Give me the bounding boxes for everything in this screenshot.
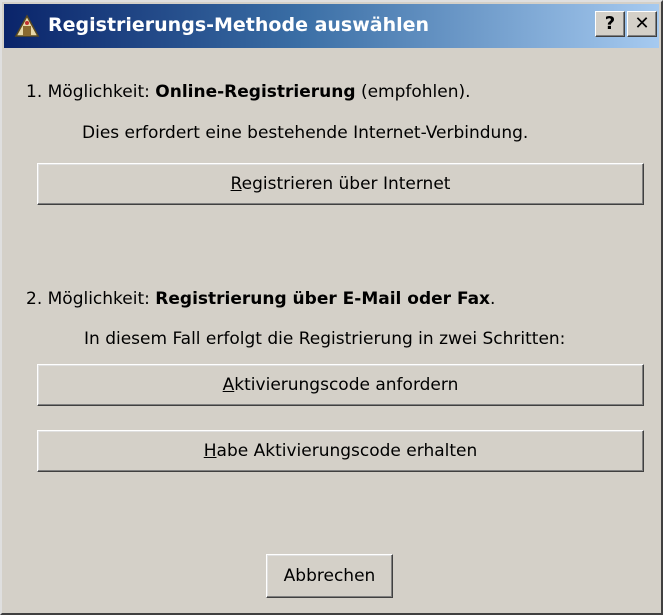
window-title: Registrierungs-Methode auswählen [48,14,430,36]
request-code-mnemonic: A [222,375,235,395]
option2-bold: Registrierung über E-Mail oder Fax [155,289,491,309]
option1-bold: Online-Registrierung [155,82,356,102]
option1-prefix: 1. Möglichkeit: [26,82,156,102]
activation-code-received-button[interactable]: Habe Aktivierungscode erhalten [37,430,644,472]
option1-heading: 1. Möglichkeit: Online-Registrierung (em… [26,82,471,102]
register-online-label: egistrieren über Internet [241,174,451,194]
received-code-mnemonic: H [203,441,217,461]
registration-dialog: Registrierungs-Methode auswählen ? ✕ 1. … [0,0,663,615]
close-button[interactable]: ✕ [627,11,657,37]
app-icon [14,14,40,37]
option1-note: Dies erfordert eine bestehende Internet-… [82,123,529,143]
register-online-button[interactable]: Registrieren über Internet [37,163,644,205]
title-bar[interactable]: Registrierungs-Methode auswählen ? ✕ [4,4,659,48]
option2-prefix: 2. Möglichkeit: [26,289,156,309]
received-code-label: abe Aktivierungscode erhalten [216,441,478,461]
option2-heading: 2. Möglichkeit: Registrierung über E-Mai… [26,289,495,309]
request-code-label: ktivierungscode anfordern [234,375,459,395]
option2-suffix: . [490,289,496,309]
help-button[interactable]: ? [595,11,625,37]
request-activation-code-button[interactable]: Aktivierungscode anfordern [37,364,644,406]
register-online-mnemonic: R [230,174,242,194]
option2-note: In diesem Fall erfolgt die Registrierung… [84,329,566,349]
option1-suffix: (empfohlen). [355,82,471,102]
cancel-button[interactable]: Abbrechen [266,554,393,598]
